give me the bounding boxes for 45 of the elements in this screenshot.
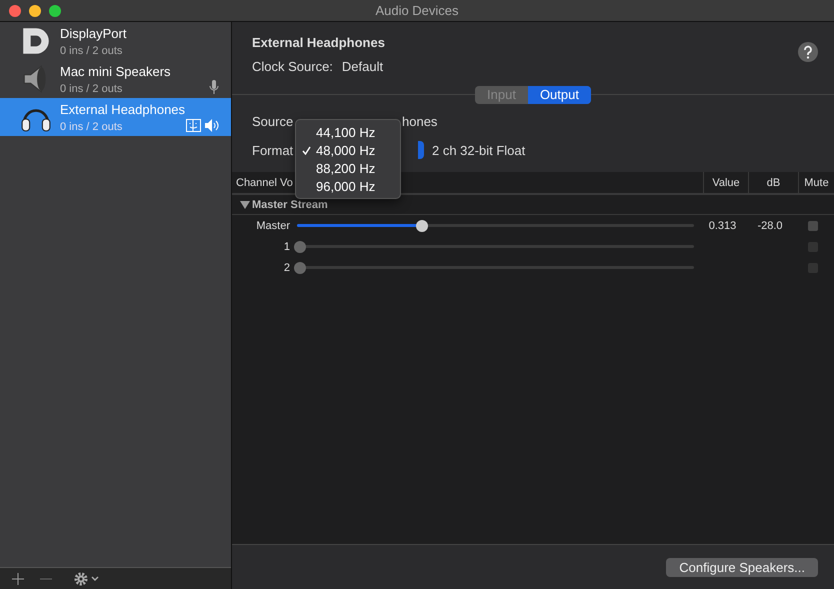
column-header[interactable]: Channel Vo [236,176,293,188]
add-icon[interactable] [12,572,24,584]
group-row[interactable]: Master Stream [232,195,834,215]
menu-item[interactable]: 96,000 Hz [296,177,400,195]
format-value[interactable]: 2 ch 32-bit Float [432,142,526,158]
source-value: hones [402,114,438,128]
displayport-icon [20,25,52,57]
volume-value: 0.313 [708,220,738,232]
disclosure-triangle-icon [240,200,250,208]
menu-item[interactable]: 88,200 Hz [296,159,400,177]
device-name: Mac mini Speakers [60,64,172,78]
slider-thumb[interactable] [294,262,306,274]
device-name: DisplayPort [60,26,128,40]
device-title: External Headphones [252,35,385,50]
window-title: Audio Devices [375,3,459,18]
sample-rate-popup[interactable] [418,141,424,159]
source-label: Source [252,114,294,128]
checkmark-icon [302,146,310,154]
device-item[interactable]: Mac mini Speakers 0 ins / 2 outs [0,60,231,98]
channel-name: 1 [282,240,290,252]
format-label: Format [252,142,294,158]
channel-name: Master [255,220,290,232]
slider-thumb[interactable] [416,220,428,232]
clock-source-value: Default [342,59,384,74]
column-header[interactable]: dB [748,172,798,193]
device-io-count: 0 ins / 2 outs [60,120,124,132]
column-header[interactable]: Mute [798,172,834,193]
device-item[interactable]: External Headphones 0 ins / 2 outs [0,98,231,136]
mute-checkbox[interactable] [808,220,818,230]
device-io-count: 0 ins / 2 outs [60,44,124,56]
menu-item[interactable]: 48,000 Hz [296,141,400,159]
minimize-button[interactable] [29,4,41,16]
menu-item[interactable]: 44,100 Hz [296,123,400,141]
configure-speakers-button[interactable]: Configure Speakers... [666,558,818,576]
zoom-button[interactable] [49,4,61,16]
device-item[interactable]: DisplayPort 0 ins / 2 outs [0,22,231,60]
tab[interactable]: Output [528,86,591,104]
decibel-value: -28.0 [756,220,784,232]
device-io-count: 0 ins / 2 outs [60,82,124,94]
column-header[interactable]: Value [703,172,748,193]
clock-source-label: Clock Source: [252,59,333,74]
device-name: External Headphones [60,102,186,116]
channel-name: 2 [282,262,290,274]
slider-thumb[interactable] [294,240,306,252]
close-button[interactable] [9,4,21,16]
